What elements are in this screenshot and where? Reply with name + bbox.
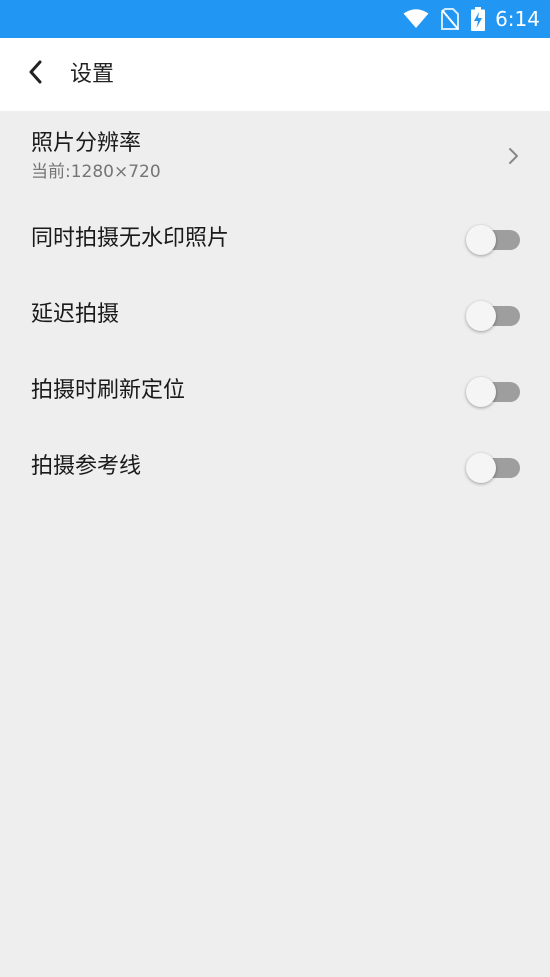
chevron-right-icon xyxy=(506,145,520,167)
status-icons: 6:14 xyxy=(391,0,540,38)
resolution-current-value: 当前:1280×720 xyxy=(31,162,161,182)
refresh-location-setting: 拍摄时刷新定位 xyxy=(0,353,550,429)
app-bar: 设置 xyxy=(0,38,550,111)
back-button[interactable] xyxy=(20,58,52,90)
settings-list: 照片分辨率 当前:1280×720 同时拍摄无水印照片 延迟拍摄 拍摄时刷新定位… xyxy=(0,111,550,505)
guide-lines-toggle[interactable] xyxy=(466,453,522,483)
guide-lines-setting: 拍摄参考线 xyxy=(0,429,550,505)
toggle-thumb xyxy=(466,301,496,331)
no-sim-icon xyxy=(441,8,460,30)
no-watermark-photo-label: 同时拍摄无水印照片 xyxy=(31,226,230,251)
toggle-thumb xyxy=(466,377,496,407)
page-title: 设置 xyxy=(70,62,115,87)
no-watermark-photo-toggle[interactable] xyxy=(466,225,522,255)
toggle-thumb xyxy=(466,225,496,255)
toggle-thumb xyxy=(466,453,496,483)
status-bar: 6:14 xyxy=(0,0,550,38)
refresh-location-toggle[interactable] xyxy=(466,377,522,407)
wifi-icon xyxy=(403,9,429,29)
resolution-title: 照片分辨率 xyxy=(31,131,142,156)
delayed-capture-toggle[interactable] xyxy=(466,301,522,331)
delayed-capture-label: 延迟拍摄 xyxy=(31,302,120,327)
no-watermark-photo-setting: 同时拍摄无水印照片 xyxy=(0,201,550,277)
guide-lines-label: 拍摄参考线 xyxy=(31,454,142,479)
chevron-left-icon xyxy=(28,60,44,88)
resolution-setting[interactable]: 照片分辨率 当前:1280×720 xyxy=(0,111,550,201)
status-time: 6:14 xyxy=(495,7,540,31)
battery-charging-icon xyxy=(471,7,486,31)
refresh-location-label: 拍摄时刷新定位 xyxy=(31,378,186,403)
delayed-capture-setting: 延迟拍摄 xyxy=(0,277,550,353)
